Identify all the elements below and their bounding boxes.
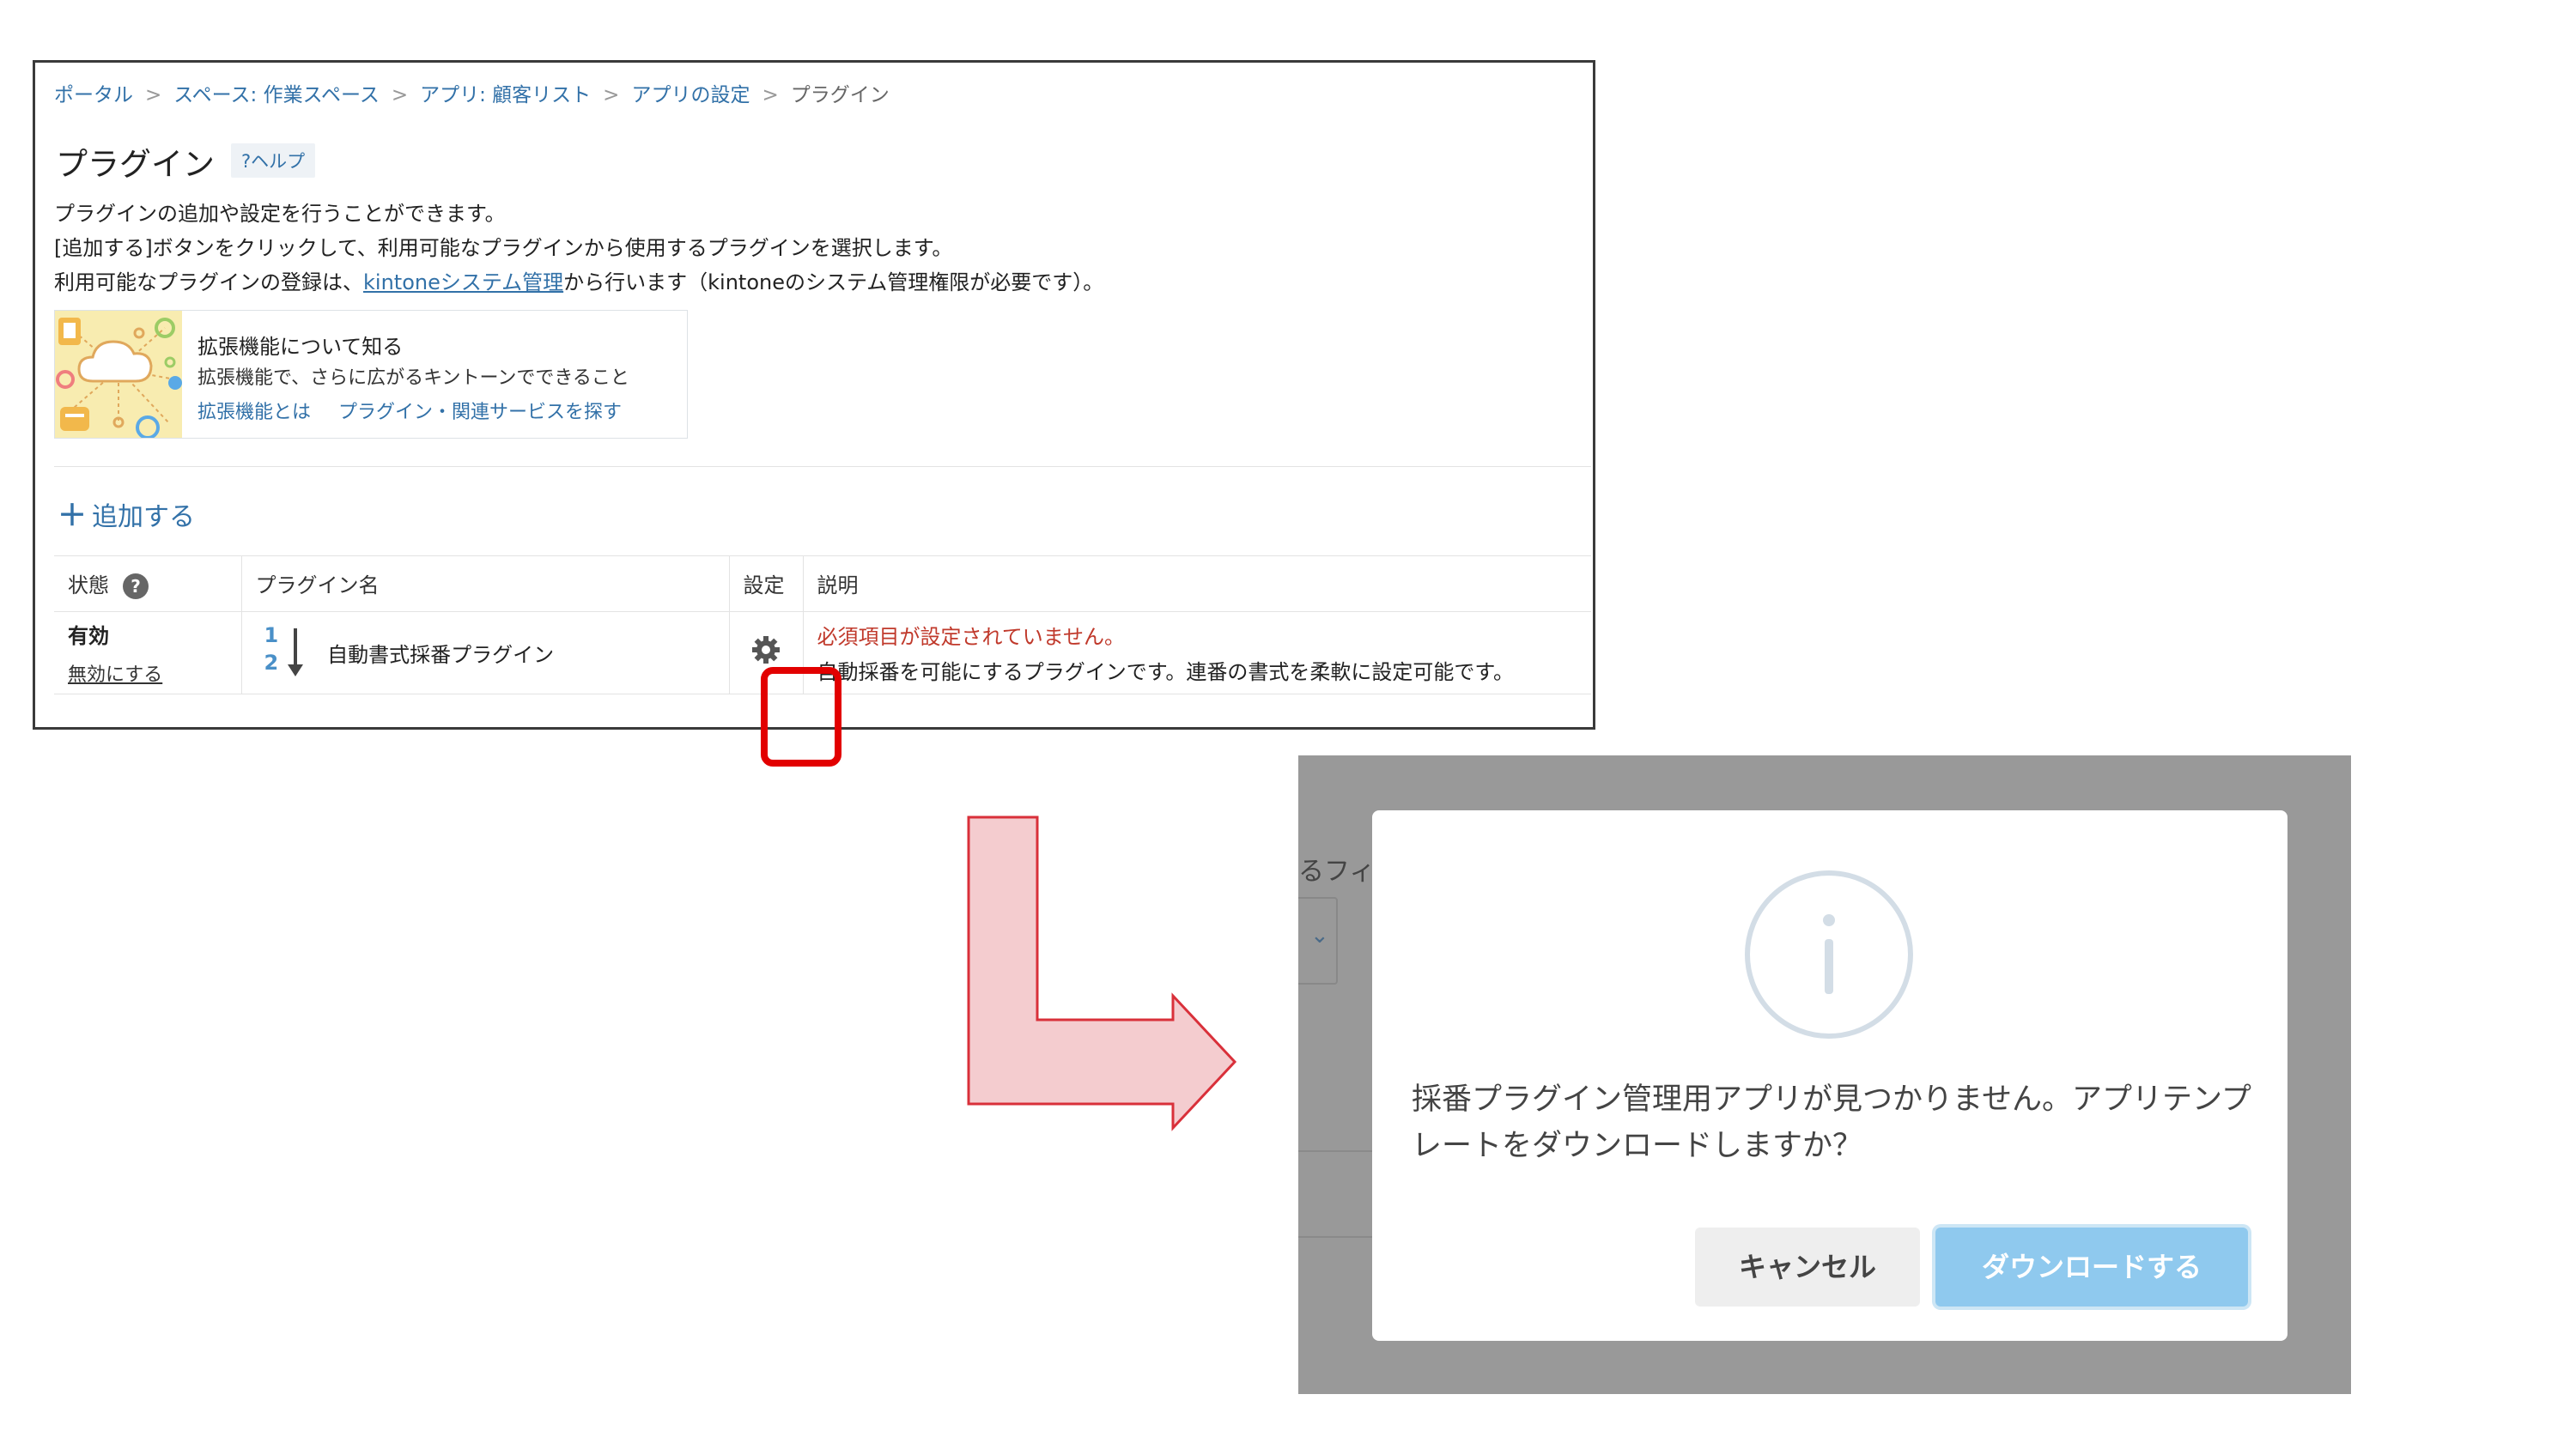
add-plugin-button[interactable]: ＋追加する (58, 492, 195, 534)
plugin-name: 自動書式採番プラグイン (327, 642, 555, 667)
divider (54, 466, 1591, 467)
plugin-name-cell: 1 2 自動書式採番プラグイン (241, 611, 730, 694)
settings-column-header: 設定 (729, 556, 804, 612)
question-icon[interactable]: ? (123, 573, 149, 599)
plugin-settings-screenshot: ポータル > スペース: 作業スペース > アプリ: 顧客リスト > アプリの設定 > プラグイ… (33, 60, 1595, 767)
find-plugins-link[interactable]: プラグイン・関連サービスを探す (338, 402, 622, 423)
plugin-description: 自動採番を可能にするプラグインです。連番の書式を柔軟に設定可能です。 (817, 660, 1514, 684)
breadcrumb-app[interactable]: アプリ: 顧客リスト (420, 84, 591, 106)
numbering-plugin-icon: 1 2 (256, 623, 309, 680)
breadcrumb-space[interactable]: スペース: 作業スペース (173, 84, 380, 106)
breadcrumb-app-settings[interactable]: アプリの設定 (631, 84, 750, 106)
plugin-icon-number-2: 2 (264, 651, 279, 675)
flow-arrow-icon (967, 815, 1237, 1131)
table-header-row: 状態? プラグイン名 設定 説明 (54, 556, 1591, 612)
dialog-overlay-screenshot: るフィー ⌄ 採番プラグイン管理用アプリが見つかりません。アプリテンプレートをダ… (1298, 755, 2351, 1394)
plugin-icon-number-1: 1 (264, 623, 279, 647)
settings-header-label: 設定 (743, 573, 785, 598)
name-header-label: プラグイン名 (255, 573, 380, 598)
disable-link[interactable]: 無効にする (68, 659, 228, 687)
extensions-card-subtitle: 拡張機能で、さらに広がるキントーンでできること (197, 367, 629, 389)
breadcrumb: ポータル > スペース: 作業スペース > アプリ: 顧客リスト > アプリの設定 > プラグイ… (54, 78, 890, 107)
settings-highlight-box (761, 667, 841, 767)
description-line-3-prefix: 利用可能なプラグインの登録は、 (54, 270, 363, 294)
required-warning: 必須項目が設定されていません。 (817, 625, 1126, 649)
info-icon (1745, 870, 1913, 1039)
extensions-illustration (55, 311, 182, 438)
description-line-3: 利用可能なプラグインの登録は、kintoneシステム管理から行います（kinto… (54, 265, 1103, 295)
add-plugin-label: 追加する (92, 502, 195, 532)
background-divider (1298, 1236, 1372, 1238)
status-header-label: 状態 (68, 573, 109, 597)
chevron-down-icon: ⌄ (1310, 923, 1329, 949)
description-column-header: 説明 (803, 556, 1591, 612)
breadcrumb-portal[interactable]: ポータル (54, 84, 133, 106)
breadcrumb-separator: > (145, 84, 162, 106)
description-header-label: 説明 (817, 573, 859, 598)
cancel-button[interactable]: キャンセル (1695, 1228, 1920, 1307)
breadcrumb-separator: > (762, 84, 779, 106)
description-line-3-suffix: から行います（kintoneのシステム管理権限が必要です）。 (563, 270, 1104, 294)
extensions-card-links: 拡張機能とは プラグイン・関連サービスを探す (197, 397, 622, 424)
description-line-1: プラグインの追加や設定を行うことができます。 (54, 202, 506, 226)
breadcrumb-separator: > (603, 84, 620, 106)
dialog-message: 採番プラグイン管理用アプリが見つかりません。アプリテンプレートをダウンロードしま… (1412, 1082, 2251, 1163)
help-link[interactable]: ?ヘルプ (231, 143, 316, 178)
download-button[interactable]: ダウンロードする (1935, 1228, 2248, 1307)
status-enabled: 有効 (68, 623, 109, 648)
background-divider (1298, 1150, 1372, 1152)
system-admin-link[interactable]: kintoneシステム管理 (363, 270, 563, 294)
extensions-card-title: 拡張機能について知る (197, 335, 404, 359)
plus-icon: ＋ (58, 499, 87, 533)
status-column-header: 状態? (54, 556, 242, 612)
name-column-header: プラグイン名 (241, 556, 730, 612)
description-cell: 必須項目が設定されていません。 自動採番を可能にするプラグインです。連番の書式を… (803, 611, 1591, 694)
description-line-2: [追加する]ボタンをクリックして、利用可能なプラグインから使用するプラグインを選… (54, 236, 953, 260)
breadcrumb-current: プラグイン (790, 84, 890, 106)
gear-icon[interactable] (750, 634, 781, 665)
about-extensions-link[interactable]: 拡張機能とは (197, 402, 311, 423)
extensions-card: 拡張機能について知る 拡張機能で、さらに広がるキントーンでできること 拡張機能と… (54, 310, 688, 439)
status-cell: 有効 無効にする (54, 611, 242, 694)
down-arrow-icon (287, 628, 303, 676)
page-title: プラグイン (56, 146, 215, 183)
confirm-dialog: 採番プラグイン管理用アプリが見つかりません。アプリテンプレートをダウンロードしま… (1372, 810, 2287, 1341)
breadcrumb-separator: > (391, 84, 409, 106)
